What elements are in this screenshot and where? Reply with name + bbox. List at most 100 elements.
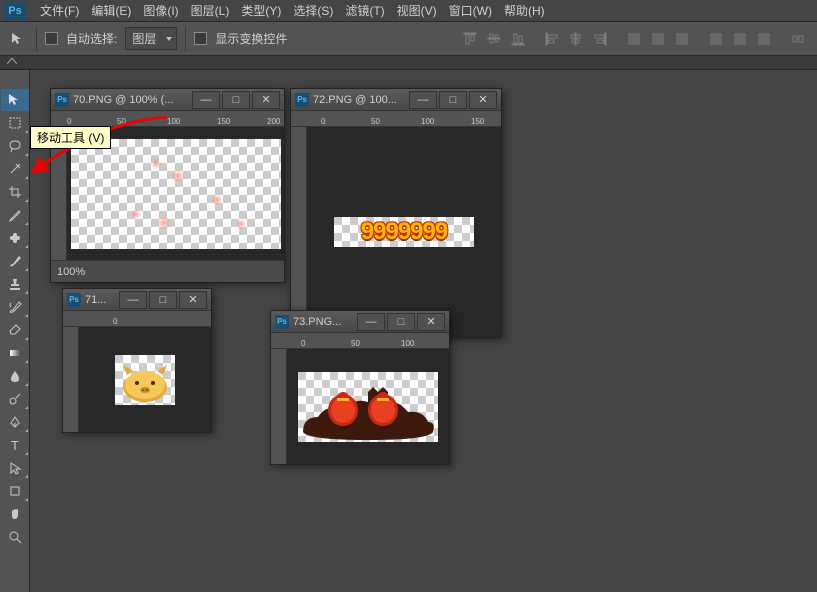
doc-title: 71... bbox=[85, 294, 117, 306]
align-vcenter-icon[interactable] bbox=[483, 28, 505, 50]
menu-view[interactable]: 视图(V) bbox=[391, 2, 443, 19]
minimize-button[interactable]: — bbox=[192, 91, 220, 109]
crop-tool[interactable] bbox=[1, 181, 29, 203]
maximize-button[interactable]: □ bbox=[149, 291, 177, 309]
menu-type[interactable]: 类型(Y) bbox=[235, 2, 287, 19]
lasso-tool[interactable] bbox=[1, 135, 29, 157]
gradient-tool[interactable] bbox=[1, 342, 29, 364]
align-top-icon[interactable] bbox=[459, 28, 481, 50]
eraser-tool[interactable] bbox=[1, 319, 29, 341]
doc-window-73[interactable]: Ps 73.PNG... — □ ✕ 0 50 100 bbox=[270, 310, 450, 465]
wand-tool[interactable] bbox=[1, 158, 29, 180]
doc-window-72[interactable]: Ps 72.PNG @ 100... — □ ✕ 0 50 100 150 99… bbox=[290, 88, 502, 338]
close-button[interactable]: ✕ bbox=[252, 91, 280, 109]
menu-file[interactable]: 文件(F) bbox=[34, 2, 85, 19]
doc-titlebar[interactable]: Ps 70.PNG @ 100% (... — □ ✕ bbox=[51, 89, 284, 111]
zoom-level[interactable]: 100% bbox=[57, 266, 85, 278]
close-button[interactable]: ✕ bbox=[469, 91, 497, 109]
svg-text:T: T bbox=[11, 438, 19, 452]
tools-panel: T bbox=[0, 70, 30, 592]
menu-layer[interactable]: 图层(L) bbox=[185, 2, 236, 19]
gold-number-text: 9999999 bbox=[361, 218, 447, 246]
doc-title: 70.PNG @ 100% (... bbox=[73, 94, 190, 106]
path-select-tool[interactable] bbox=[1, 457, 29, 479]
distribute-top-icon[interactable] bbox=[623, 28, 645, 50]
zoom-tool[interactable] bbox=[1, 526, 29, 548]
minimize-button[interactable]: — bbox=[409, 91, 437, 109]
canvas[interactable] bbox=[287, 349, 449, 464]
auto-align-icon[interactable] bbox=[787, 28, 809, 50]
shape-tool[interactable] bbox=[1, 480, 29, 502]
align-right-icon[interactable] bbox=[589, 28, 611, 50]
canvas[interactable] bbox=[79, 327, 211, 432]
menu-filter[interactable]: 滤镜(T) bbox=[339, 2, 390, 19]
close-button[interactable]: ✕ bbox=[417, 313, 445, 331]
hand-tool[interactable] bbox=[1, 503, 29, 525]
pen-tool[interactable] bbox=[1, 411, 29, 433]
divider bbox=[36, 27, 37, 51]
minimize-button[interactable]: — bbox=[119, 291, 147, 309]
maximize-button[interactable]: □ bbox=[387, 313, 415, 331]
show-transform-checkbox[interactable] bbox=[194, 32, 207, 45]
menu-edit[interactable]: 编辑(E) bbox=[85, 2, 137, 19]
align-hcenter-icon[interactable] bbox=[565, 28, 587, 50]
move-tool[interactable] bbox=[1, 89, 29, 111]
align-bottom-icon[interactable] bbox=[507, 28, 529, 50]
align-left-icon[interactable] bbox=[541, 28, 563, 50]
show-transform-label: 显示变换控件 bbox=[215, 30, 287, 47]
canvas[interactable]: 9999999 bbox=[307, 127, 501, 337]
distribute-right-icon[interactable] bbox=[753, 28, 775, 50]
menu-bar: Ps 文件(F) 编辑(E) 图像(I) 图层(L) 类型(Y) 选择(S) 滤… bbox=[0, 0, 817, 22]
marquee-tool[interactable] bbox=[1, 112, 29, 134]
maximize-button[interactable]: □ bbox=[439, 91, 467, 109]
dodge-tool[interactable] bbox=[1, 388, 29, 410]
doc-title: 72.PNG @ 100... bbox=[313, 94, 407, 106]
doc-window-70[interactable]: Ps 70.PNG @ 100% (... — □ ✕ 0 50 100 150… bbox=[50, 88, 285, 283]
canvas-content: 9999999 bbox=[334, 217, 474, 247]
menu-window[interactable]: 窗口(W) bbox=[443, 2, 498, 19]
maximize-button[interactable]: □ bbox=[222, 91, 250, 109]
close-button[interactable]: ✕ bbox=[179, 291, 207, 309]
menu-select[interactable]: 选择(S) bbox=[287, 2, 339, 19]
ruler-vertical bbox=[63, 327, 79, 432]
history-brush-tool[interactable] bbox=[1, 296, 29, 318]
doc-window-71[interactable]: Ps 71... — □ ✕ 0 bbox=[62, 288, 212, 433]
minimize-button[interactable]: — bbox=[357, 313, 385, 331]
divider bbox=[185, 27, 186, 51]
distribute-hcenter-icon[interactable] bbox=[729, 28, 751, 50]
ruler-vertical bbox=[291, 127, 307, 337]
doc-titlebar[interactable]: Ps 71... — □ ✕ bbox=[63, 289, 211, 311]
brush-tool[interactable] bbox=[1, 250, 29, 272]
canvas-content bbox=[115, 355, 175, 405]
menu-help[interactable]: 帮助(H) bbox=[498, 2, 551, 19]
distribute-vcenter-icon[interactable] bbox=[647, 28, 669, 50]
ruler-vertical bbox=[271, 349, 287, 464]
heal-tool[interactable] bbox=[1, 227, 29, 249]
distribute-bottom-icon[interactable] bbox=[671, 28, 693, 50]
ruler-horizontal: 0 50 100 bbox=[271, 333, 449, 349]
blur-tool[interactable] bbox=[1, 365, 29, 387]
layer-dropdown[interactable]: 图层 bbox=[125, 27, 177, 50]
move-tool-icon bbox=[8, 29, 28, 49]
doc-titlebar[interactable]: Ps 73.PNG... — □ ✕ bbox=[271, 311, 449, 333]
menu-image[interactable]: 图像(I) bbox=[137, 2, 184, 19]
type-tool[interactable]: T bbox=[1, 434, 29, 456]
ps-icon: Ps bbox=[275, 315, 289, 329]
eyedropper-tool[interactable] bbox=[1, 204, 29, 226]
bags-image bbox=[298, 372, 438, 442]
doc-titlebar[interactable]: Ps 72.PNG @ 100... — □ ✕ bbox=[291, 89, 501, 111]
ruler-horizontal: 0 50 100 150 bbox=[291, 111, 501, 127]
options-bar: 自动选择: 图层 显示变换控件 bbox=[0, 22, 817, 56]
move-tool-tooltip: 移动工具 (V) bbox=[30, 126, 111, 149]
auto-select-label: 自动选择: bbox=[66, 30, 117, 47]
ruler-horizontal: 0 50 100 150 200 bbox=[51, 111, 284, 127]
tab-handle-icon[interactable] bbox=[2, 56, 22, 66]
canvas-content bbox=[71, 139, 281, 249]
doc-tab-strip bbox=[0, 56, 817, 70]
stamp-tool[interactable] bbox=[1, 273, 29, 295]
pig-image bbox=[117, 357, 173, 403]
canvas-content bbox=[298, 372, 438, 442]
ps-icon: Ps bbox=[295, 93, 309, 107]
distribute-left-icon[interactable] bbox=[705, 28, 727, 50]
auto-select-checkbox[interactable] bbox=[45, 32, 58, 45]
